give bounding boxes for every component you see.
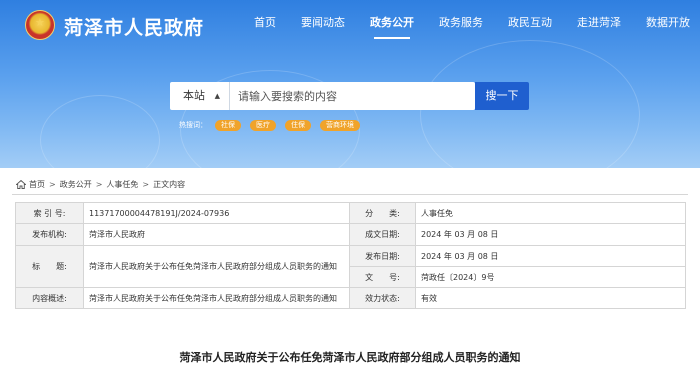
search-scope-label: 本站 xyxy=(183,89,205,102)
summary-value: 菏泽市人民政府关于公布任免菏泽市人民政府部分组成人员职务的通知 xyxy=(83,287,350,309)
document-title: 菏泽市人民政府关于公布任免菏泽市人民政府部分组成人员职务的通知 xyxy=(179,351,521,364)
nav-item-about-heze[interactable]: 走进菏泽 xyxy=(577,14,621,34)
category-label: 分 类: xyxy=(349,202,416,224)
breadcrumb-gov-affairs[interactable]: 政务公开 xyxy=(60,179,92,190)
star-icon: ★ xyxy=(35,16,45,29)
breadcrumb-current: 正文内容 xyxy=(153,179,186,189)
caret-updown-icon: ▲ xyxy=(214,92,220,100)
nav-item-open-data[interactable]: 数据开放 xyxy=(646,14,690,34)
hot-words-label: 热搜词： xyxy=(179,121,207,129)
index-no-value: 11371700004478191J/2024-07936 xyxy=(83,202,350,224)
main-nav: 首页 要闻动态 政务公开 政务服务 政民互动 走进菏泽 数据开放 xyxy=(254,14,700,39)
hot-tag[interactable]: 社保 xyxy=(215,119,241,131)
category-value: 人事任免 xyxy=(415,202,686,224)
breadcrumb: 首页 > 政务公开 > 人事任免 > 正文内容 xyxy=(16,177,185,191)
summary-label: 内容概述: xyxy=(15,287,84,309)
search-scope-select[interactable]: 本站 ▲ xyxy=(170,82,230,110)
site-title[interactable]: 菏泽市人民政府 xyxy=(64,13,204,40)
doc-no-value: 菏政任〔2024〕9号 xyxy=(415,266,686,288)
nav-item-home[interactable]: 首页 xyxy=(254,14,276,34)
title-value: 菏泽市人民政府关于公布任免菏泽市人民政府部分组成人员职务的通知 xyxy=(83,245,350,288)
publish-date-label: 发布日期: xyxy=(349,245,416,267)
banner-decoration xyxy=(40,95,160,168)
written-date-label: 成文日期: xyxy=(349,223,416,246)
home-icon[interactable] xyxy=(16,179,26,189)
nav-item-interaction[interactable]: 政民互动 xyxy=(508,14,552,34)
breadcrumb-separator: > xyxy=(142,179,150,189)
breadcrumb-personnel[interactable]: 人事任免 xyxy=(106,179,138,190)
breadcrumb-separator: > xyxy=(49,179,56,189)
index-no-label: 索 引 号: xyxy=(15,202,84,224)
nav-item-gov-services[interactable]: 政务服务 xyxy=(439,14,483,34)
validity-label: 效力状态: xyxy=(349,287,416,309)
title-label: 标 题: xyxy=(15,245,84,288)
hot-words: 热搜词： 社保 医疗 住保 营商环境 xyxy=(179,119,369,131)
breadcrumb-divider xyxy=(12,194,688,195)
search-box: 本站 ▲ xyxy=(170,82,475,110)
hot-tag[interactable]: 医疗 xyxy=(250,119,276,131)
breadcrumb-home[interactable]: 首页 xyxy=(29,179,45,190)
hot-tag[interactable]: 营商环境 xyxy=(320,119,360,131)
hot-tag[interactable]: 住保 xyxy=(285,119,311,131)
site-header: ★ 菏泽市人民政府 首页 要闻动态 政务公开 政务服务 政民互动 走进菏泽 数据… xyxy=(0,0,700,46)
national-emblem-icon[interactable]: ★ xyxy=(25,10,55,40)
publisher-label: 发布机构: xyxy=(15,223,84,246)
publish-date-value: 2024 年 03 月 08 日 xyxy=(415,245,686,267)
breadcrumb-separator: > xyxy=(95,179,103,189)
search-input[interactable] xyxy=(238,87,468,105)
search-button[interactable]: 搜一下 xyxy=(475,82,529,110)
document-meta-table: 索 引 号: 11371700004478191J/2024-07936 分 类… xyxy=(15,202,686,309)
validity-value: 有效 xyxy=(415,287,686,309)
nav-item-news[interactable]: 要闻动态 xyxy=(301,14,345,34)
nav-item-gov-affairs-disclosure[interactable]: 政务公开 xyxy=(370,14,414,39)
written-date-value: 2024 年 03 月 08 日 xyxy=(415,223,686,246)
publisher-value: 菏泽市人民政府 xyxy=(83,223,350,246)
doc-no-label: 文 号: xyxy=(349,266,416,288)
